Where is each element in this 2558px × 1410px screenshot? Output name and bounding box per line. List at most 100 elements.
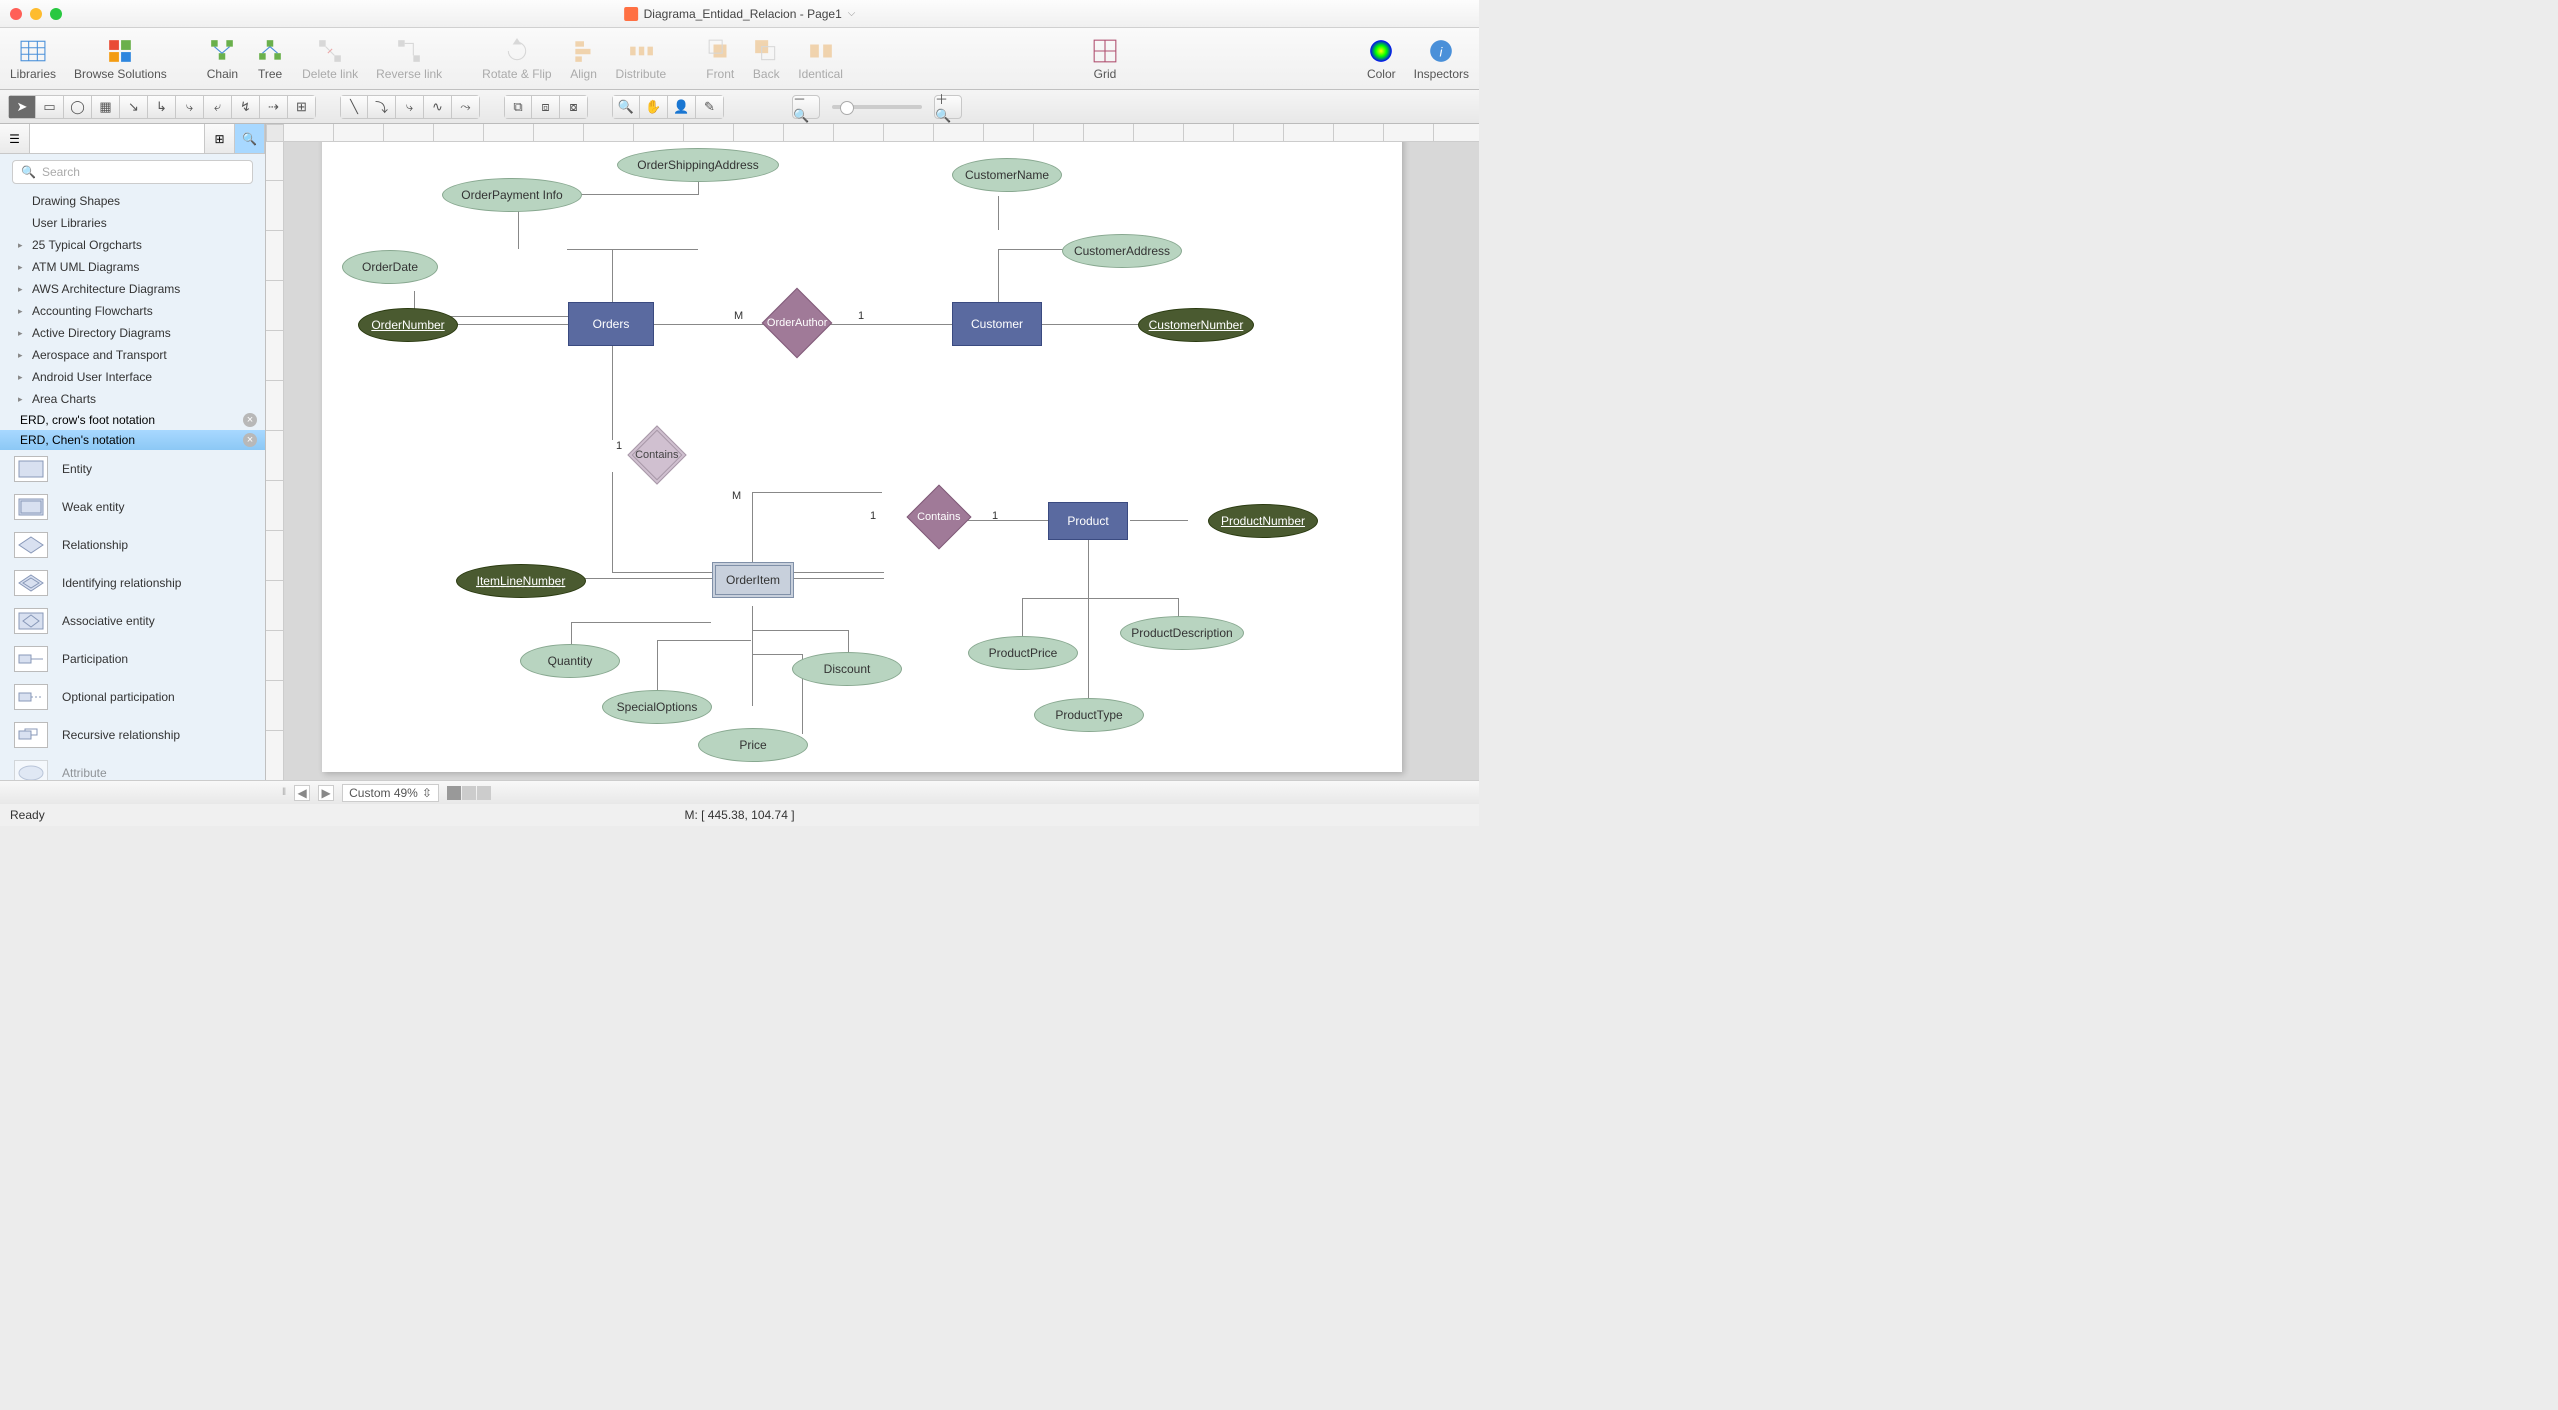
- sidebar-search-button[interactable]: 🔍: [235, 124, 265, 153]
- attr-producttype[interactable]: ProductType: [1034, 698, 1144, 732]
- zoom-slider[interactable]: [832, 105, 922, 109]
- attr-quantity[interactable]: Quantity: [520, 644, 620, 678]
- attr-price[interactable]: Price: [698, 728, 808, 762]
- stencil-tab-crowsfoot[interactable]: ERD, crow's foot notation×: [0, 410, 265, 430]
- conn3-button[interactable]: ⤷: [176, 95, 204, 119]
- zoom-in-button[interactable]: ＋🔍: [934, 95, 962, 119]
- attr-ordernumber[interactable]: OrderNumber: [358, 308, 458, 342]
- close-icon[interactable]: ×: [243, 413, 257, 427]
- inspectors-button[interactable]: iInspectors: [1414, 37, 1469, 81]
- stencil-tab-chen[interactable]: ERD, Chen's notation×: [0, 430, 265, 450]
- conn7-button[interactable]: ⊞: [288, 95, 316, 119]
- zoom-out-button[interactable]: －🔍: [792, 95, 820, 119]
- minimize-window-icon[interactable]: [30, 8, 42, 20]
- lib-item[interactable]: ▸Android User Interface: [0, 366, 265, 388]
- grid-button[interactable]: Grid: [1091, 37, 1119, 81]
- stencil-participation[interactable]: Participation: [0, 640, 265, 678]
- hand-tool-button[interactable]: ✋: [640, 95, 668, 119]
- delete-link-button: Delete link: [302, 37, 358, 81]
- conn1-button[interactable]: ↘: [120, 95, 148, 119]
- rotate-icon: [503, 37, 531, 65]
- stencil-entity[interactable]: Entity: [0, 450, 265, 488]
- rect-tool-button[interactable]: ▭: [36, 95, 64, 119]
- stencil-weak-entity[interactable]: Weak entity: [0, 488, 265, 526]
- zoom-select[interactable]: Custom 49%⇳: [342, 784, 439, 802]
- entity-orders[interactable]: Orders: [568, 302, 654, 346]
- sidebar-filter-field[interactable]: [30, 124, 205, 153]
- lib-item[interactable]: ▸Area Charts: [0, 388, 265, 410]
- attr-customername[interactable]: CustomerName: [952, 158, 1062, 192]
- eyedropper-button[interactable]: 👤: [668, 95, 696, 119]
- distribute-icon: [627, 37, 655, 65]
- entity-customer[interactable]: Customer: [952, 302, 1042, 346]
- line3-button[interactable]: ⤷: [396, 95, 424, 119]
- pencil-button[interactable]: ✎: [696, 95, 724, 119]
- group2-button[interactable]: ⧈: [532, 95, 560, 119]
- stencil-assoc-entity[interactable]: Associative entity: [0, 602, 265, 640]
- close-icon[interactable]: ×: [243, 433, 257, 447]
- group1-button[interactable]: ⧉: [504, 95, 532, 119]
- stencil-identifying-rel[interactable]: Identifying relationship: [0, 564, 265, 602]
- status-ready: Ready: [10, 808, 45, 822]
- conn4-button[interactable]: ⤶: [204, 95, 232, 119]
- conn2-button[interactable]: ↳: [148, 95, 176, 119]
- rel-orderauthor[interactable]: OrderAuthor: [762, 288, 833, 359]
- color-button[interactable]: Color: [1367, 37, 1396, 81]
- ellipse-tool-button[interactable]: ◯: [64, 95, 92, 119]
- lib-item[interactable]: User Libraries: [0, 212, 265, 234]
- conn6-button[interactable]: ⇢: [260, 95, 288, 119]
- sidebar-view-grid-button[interactable]: ⊞: [205, 124, 235, 153]
- line4-button[interactable]: ∿: [424, 95, 452, 119]
- group3-button[interactable]: ⧇: [560, 95, 588, 119]
- page-next-button[interactable]: ▶: [318, 785, 334, 801]
- page-prev-button[interactable]: ◀: [294, 785, 310, 801]
- entity-product[interactable]: Product: [1048, 502, 1128, 540]
- sidebar-view-outline-button[interactable]: ☰: [0, 124, 30, 153]
- lib-item[interactable]: ▸Active Directory Diagrams: [0, 322, 265, 344]
- canvas[interactable]: Orders Customer Product OrderItem OrderA…: [266, 124, 1479, 780]
- text-tool-button[interactable]: ▦: [92, 95, 120, 119]
- close-window-icon[interactable]: [10, 8, 22, 20]
- stencil-attribute[interactable]: Attribute: [0, 754, 265, 780]
- attr-customernumber[interactable]: CustomerNumber: [1138, 308, 1254, 342]
- lib-item[interactable]: ▸25 Typical Orgcharts: [0, 234, 265, 256]
- attr-productprice[interactable]: ProductPrice: [968, 636, 1078, 670]
- attr-orderpayment[interactable]: OrderPayment Info: [442, 178, 582, 212]
- line1-button[interactable]: ╲: [340, 95, 368, 119]
- lib-item[interactable]: ▸Aerospace and Transport: [0, 344, 265, 366]
- maximize-window-icon[interactable]: [50, 8, 62, 20]
- line2-button[interactable]: ⤵: [368, 95, 396, 119]
- attr-itemlinenumber[interactable]: ItemLineNumber: [456, 564, 586, 598]
- page-tabs[interactable]: [447, 786, 491, 800]
- search-input[interactable]: 🔍 Search: [12, 160, 253, 184]
- card-label: 1: [992, 510, 998, 522]
- attr-ordershipping[interactable]: OrderShippingAddress: [617, 148, 779, 182]
- entity-orderitem[interactable]: OrderItem: [712, 562, 794, 598]
- attr-productdescription[interactable]: ProductDescription: [1120, 616, 1244, 650]
- rel-contains-orders-item[interactable]: Contains: [627, 425, 686, 484]
- stencil-relationship[interactable]: Relationship: [0, 526, 265, 564]
- lib-item[interactable]: Drawing Shapes: [0, 190, 265, 212]
- stencil-optional-part[interactable]: Optional participation: [0, 678, 265, 716]
- attr-productnumber[interactable]: ProductNumber: [1208, 504, 1318, 538]
- pointer-tool-button[interactable]: ➤: [8, 95, 36, 119]
- libraries-button[interactable]: Libraries: [10, 37, 56, 81]
- lib-item[interactable]: ▸ATM UML Diagrams: [0, 256, 265, 278]
- attr-orderdate[interactable]: OrderDate: [342, 250, 438, 284]
- libraries-icon: [19, 37, 47, 65]
- attr-customeraddress[interactable]: CustomerAddress: [1062, 234, 1182, 268]
- attr-discount[interactable]: Discount: [792, 652, 902, 686]
- zoom-tool-button[interactable]: 🔍: [612, 95, 640, 119]
- stencil-recursive-rel[interactable]: Recursive relationship: [0, 716, 265, 754]
- lib-item[interactable]: ▸AWS Architecture Diagrams: [0, 278, 265, 300]
- conn5-button[interactable]: ↯: [232, 95, 260, 119]
- chain-button[interactable]: Chain: [207, 37, 238, 81]
- line5-button[interactable]: ⤳: [452, 95, 480, 119]
- rel-contains-item-product[interactable]: Contains: [906, 484, 971, 549]
- attr-specialoptions[interactable]: SpecialOptions: [602, 690, 712, 724]
- libraries-list: Drawing Shapes User Libraries ▸25 Typica…: [0, 190, 265, 410]
- chevron-down-icon[interactable]: ⌵: [848, 8, 856, 19]
- lib-item[interactable]: ▸Accounting Flowcharts: [0, 300, 265, 322]
- browse-solutions-button[interactable]: Browse Solutions: [74, 37, 167, 81]
- tree-button[interactable]: Tree: [256, 37, 284, 81]
